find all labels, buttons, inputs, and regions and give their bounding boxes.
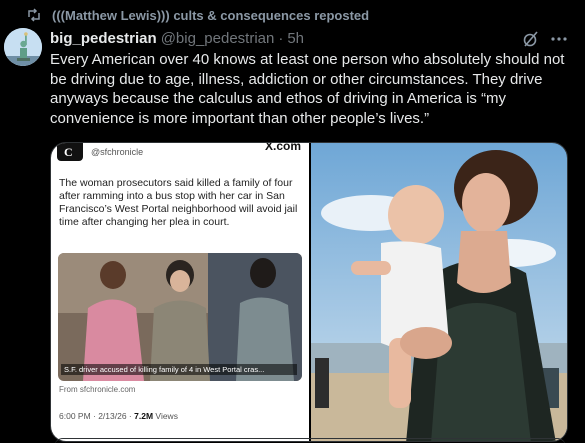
screenshot-time: 6:00 PM · 2/13/26 · [59, 411, 132, 421]
statue-of-liberty-avatar [4, 28, 42, 66]
photo-woman-holding-baby [311, 143, 567, 441]
screenshot-header: C @sfchronicle X.com [51, 143, 309, 165]
grok-icon[interactable] [521, 29, 541, 49]
sfchronicle-logo: C [57, 143, 83, 161]
screenshot-headline: The woman prosecutors said killed a fami… [59, 177, 298, 228]
user-handle[interactable]: @big_pedestrian [161, 30, 275, 47]
media-grid: C @sfchronicle X.com The woman prosecuto… [50, 142, 568, 442]
next-card-edge [54, 438, 566, 443]
screenshot-meta: 6:00 PM · 2/13/26 · 7.2M Views [59, 411, 178, 421]
photo-caption: S.F. driver accused of killing family of… [61, 364, 297, 375]
media-image-photo[interactable] [311, 143, 567, 441]
separator: · [278, 29, 284, 47]
media-image-screenshot[interactable]: C @sfchronicle X.com The woman prosecuto… [51, 143, 309, 441]
news-photo [58, 253, 302, 381]
svg-text:C: C [64, 145, 73, 159]
repost-indicator[interactable]: (((Matthew Lewis))) cults & consequences… [26, 6, 369, 24]
screenshot-site: X.com [264, 143, 301, 153]
more-icon[interactable] [549, 29, 569, 49]
views-label: Views [155, 411, 178, 421]
display-name[interactable]: big_pedestrian [50, 30, 157, 47]
repost-icon [26, 7, 42, 23]
link-source: From sfchronicle.com [59, 385, 136, 394]
post-card[interactable]: (((Matthew Lewis))) cults & consequences… [0, 0, 585, 443]
post-text: Every American over 40 knows at least on… [50, 51, 565, 127]
post-header: big_pedestrian @big_pedestrian · 5h [50, 28, 304, 48]
avatar[interactable] [4, 28, 42, 66]
repost-label: (((Matthew Lewis))) cults & consequences… [52, 7, 370, 23]
views-count: 7.2M [134, 411, 154, 421]
screenshot-handle: @sfchronicle [91, 147, 144, 157]
post-time[interactable]: 5h [287, 30, 304, 47]
